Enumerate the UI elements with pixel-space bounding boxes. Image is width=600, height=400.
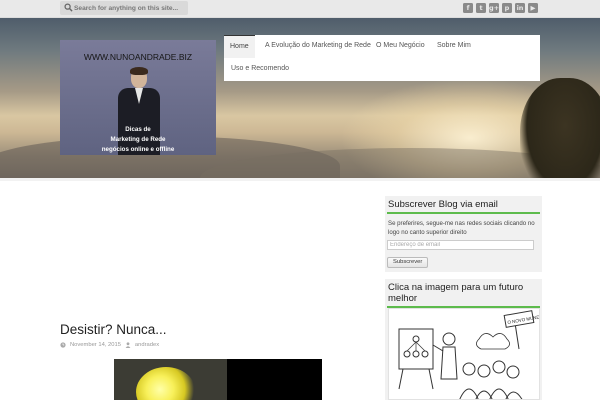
search-input[interactable]: [74, 1, 186, 15]
youtube-icon[interactable]: ▶: [528, 3, 538, 13]
search-box[interactable]: [60, 1, 188, 15]
cartoon-image[interactable]: O NOVO MUNDO: [388, 308, 540, 400]
search-icon: [64, 3, 73, 12]
top-bar: f t g+ p in ▶: [0, 0, 600, 18]
logo-line-3: negócios online e offline: [101, 146, 175, 153]
logo-url: WWW.NUNOANDRADE.BIZ: [83, 52, 193, 62]
nav-item-home[interactable]: Home: [224, 35, 255, 58]
cartoon-drawing: O NOVO MUNDO: [398, 310, 539, 399]
tree-silhouette: [520, 78, 600, 181]
widget-title: Subscrever Blog via email: [388, 199, 498, 210]
post-author[interactable]: andradex: [135, 342, 159, 348]
google-plus-icon[interactable]: g+: [489, 3, 499, 13]
nav-item-meu-negocio[interactable]: O Meu Negócio: [370, 35, 431, 58]
facebook-icon[interactable]: f: [463, 3, 473, 13]
post-meta: November 14, 2015 andradex: [60, 342, 159, 348]
portrait-hair: [130, 67, 148, 75]
social-icons: f t g+ p in ▶: [463, 3, 538, 13]
widget-title: Clica na imagem para um futuro melhor: [388, 282, 524, 304]
user-icon: [125, 342, 131, 348]
header-divider: [0, 178, 600, 181]
nav-item-evolucao[interactable]: A Evolução do Marketing de Rede: [259, 35, 377, 58]
subscribe-button[interactable]: Subscrever: [387, 257, 429, 268]
post-date: November 14, 2015: [70, 342, 121, 348]
logo-line-2: Marketing de Rede: [110, 136, 166, 143]
nav-item-sobre-mim[interactable]: Sobre Mim: [431, 35, 477, 58]
clock-icon: [60, 342, 66, 348]
nav-item-uso-recomendo[interactable]: Uso e Recomendo: [225, 58, 295, 81]
subscribe-description: Se preferires, segue-me nas redes sociai…: [388, 220, 535, 236]
post-featured-image[interactable]: [114, 359, 322, 400]
twitter-icon[interactable]: t: [476, 3, 486, 13]
email-field[interactable]: [387, 240, 534, 250]
linkedin-icon[interactable]: in: [515, 3, 525, 13]
subscribe-widget: Subscrever Blog via email Se preferires,…: [385, 196, 542, 272]
post-title[interactable]: Desistir? Nunca...: [60, 322, 167, 337]
logo-line-1: Dicas de: [125, 126, 151, 133]
site-logo[interactable]: WWW.NUNOANDRADE.BIZ Dicas de Marketing d…: [60, 40, 216, 155]
main-nav: Home A Evolução do Marketing de Rede O M…: [224, 35, 540, 81]
pinterest-icon[interactable]: p: [502, 3, 512, 13]
